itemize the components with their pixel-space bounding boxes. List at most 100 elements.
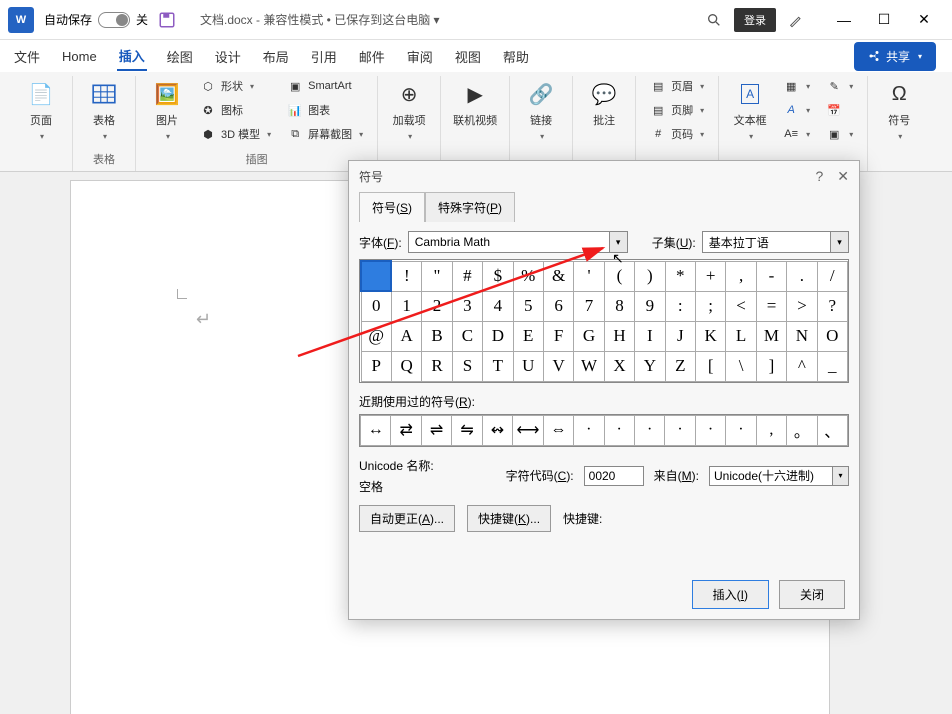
char-code-input[interactable] xyxy=(584,466,644,486)
symbol-cell[interactable]: V xyxy=(543,351,573,381)
symbol-cell[interactable]: ] xyxy=(756,351,786,381)
symbol-cell[interactable]: J xyxy=(665,321,695,351)
symbol-cell[interactable]: K xyxy=(695,321,725,351)
menu-review[interactable]: 审阅 xyxy=(405,43,435,70)
symbol-cell[interactable]: 6 xyxy=(543,291,573,321)
tab-special-chars[interactable]: 特殊字符(P) xyxy=(425,192,515,222)
symbol-cell[interactable]: ' xyxy=(574,261,604,291)
recent-symbol-cell[interactable]: · xyxy=(665,415,695,445)
ribbon-comment[interactable]: 💬批注 xyxy=(583,76,625,132)
menu-home[interactable]: Home xyxy=(60,45,99,68)
font-select[interactable]: Cambria Math ▾ xyxy=(408,231,628,253)
ribbon-dropcap[interactable]: A≡▾ xyxy=(779,124,814,144)
menu-layout[interactable]: 布局 xyxy=(261,43,291,70)
symbol-cell[interactable]: . xyxy=(787,261,817,291)
symbol-cell[interactable]: F xyxy=(543,321,573,351)
symbol-cell[interactable]: 8 xyxy=(604,291,634,321)
recent-symbol-cell[interactable]: ⇌ xyxy=(421,415,451,445)
symbol-cell[interactable]: # xyxy=(452,261,482,291)
ribbon-textbox[interactable]: A文本框▾ xyxy=(729,76,771,145)
menu-references[interactable]: 引用 xyxy=(309,43,339,70)
search-icon[interactable] xyxy=(706,12,722,28)
symbol-cell[interactable]: W xyxy=(574,351,604,381)
symbol-cell[interactable]: H xyxy=(604,321,634,351)
ribbon-shapes[interactable]: ⬡形状▾ xyxy=(196,76,258,96)
menu-design[interactable]: 设计 xyxy=(213,43,243,70)
symbol-cell[interactable]: 3 xyxy=(452,291,482,321)
insert-button[interactable]: 插入(I) xyxy=(692,580,769,609)
recent-symbol-cell[interactable]: · xyxy=(634,415,664,445)
ribbon-tables[interactable]: 表格▾ xyxy=(83,76,125,145)
symbol-cell[interactable]: \ xyxy=(726,351,756,381)
symbol-cell[interactable]: U xyxy=(513,351,543,381)
symbol-cell[interactable]: 5 xyxy=(513,291,543,321)
symbol-cell[interactable]: * xyxy=(665,261,695,291)
symbol-cell[interactable]: ; xyxy=(695,291,725,321)
recent-symbols-grid[interactable]: ↔⇄⇌⇋↭⟷⇔······,。、 xyxy=(359,414,849,447)
symbol-cell[interactable]: N xyxy=(787,321,817,351)
symbol-cell[interactable]: 2 xyxy=(422,291,452,321)
pen-sparkle-icon[interactable] xyxy=(788,12,804,28)
share-button[interactable]: 共享▾ xyxy=(854,42,936,71)
symbol-cell[interactable]: 9 xyxy=(635,291,665,321)
close-button[interactable]: 关闭 xyxy=(779,580,845,609)
ribbon-onlinevideo[interactable]: ▶联机视频 xyxy=(451,76,499,132)
symbol-cell[interactable]: 0 xyxy=(361,291,391,321)
menu-file[interactable]: 文件 xyxy=(12,43,42,70)
ribbon-date[interactable]: 📅 xyxy=(822,100,846,120)
recent-symbol-cell[interactable]: ⇋ xyxy=(452,415,482,445)
autocorrect-button[interactable]: 自动更正(A)... xyxy=(359,505,455,532)
ribbon-addins[interactable]: ⊕加载项▾ xyxy=(388,76,430,145)
symbol-cell[interactable]: P xyxy=(361,351,391,381)
symbol-cell[interactable]: = xyxy=(756,291,786,321)
symbol-cell[interactable]: % xyxy=(513,261,543,291)
menu-draw[interactable]: 绘图 xyxy=(165,43,195,70)
symbol-cell[interactable]: Y xyxy=(635,351,665,381)
recent-symbol-cell[interactable]: 。 xyxy=(787,415,817,445)
recent-symbol-cell[interactable]: ↭ xyxy=(482,415,512,445)
ribbon-chart[interactable]: 📊图表 xyxy=(283,100,334,120)
symbol-cell[interactable]: ^ xyxy=(787,351,817,381)
symbol-cell[interactable]: & xyxy=(543,261,573,291)
recent-symbol-cell[interactable]: 、 xyxy=(817,415,847,445)
ribbon-icons[interactable]: ✪图标 xyxy=(196,100,247,120)
symbol-cell[interactable]: E xyxy=(513,321,543,351)
symbol-cell[interactable]: " xyxy=(422,261,452,291)
symbol-cell[interactable]: 1 xyxy=(391,291,421,321)
symbol-cell[interactable]: > xyxy=(787,291,817,321)
recent-symbol-cell[interactable]: ⇔ xyxy=(543,415,573,445)
ribbon-smartart[interactable]: ▣SmartArt xyxy=(283,76,355,96)
login-button[interactable]: 登录 xyxy=(734,8,776,32)
symbol-cell[interactable]: [ xyxy=(695,351,725,381)
recent-symbol-cell[interactable]: · xyxy=(604,415,634,445)
symbol-cell[interactable]: R xyxy=(422,351,452,381)
menu-mailings[interactable]: 邮件 xyxy=(357,43,387,70)
document-title[interactable]: 文档.docx - 兼容性模式 • 已保存到这台电脑 ▾ xyxy=(200,11,440,28)
save-icon[interactable] xyxy=(158,11,176,29)
ribbon-links[interactable]: 🔗链接▾ xyxy=(520,76,562,145)
tab-symbols[interactable]: 符号(S) xyxy=(359,192,425,222)
recent-symbol-cell[interactable]: · xyxy=(574,415,604,445)
symbol-cell[interactable]: ! xyxy=(391,261,421,291)
symbol-cell[interactable]: + xyxy=(695,261,725,291)
symbol-cell[interactable]: Z xyxy=(665,351,695,381)
maximize-button[interactable]: ☐ xyxy=(864,5,904,35)
ribbon-wordart[interactable]: A▾ xyxy=(779,100,814,120)
close-button[interactable]: ✕ xyxy=(904,5,944,35)
ribbon-pictures[interactable]: 🖼️图片▾ xyxy=(146,76,188,145)
symbol-cell[interactable]: , xyxy=(726,261,756,291)
autosave-toggle[interactable]: 自动保存 关 xyxy=(44,11,148,28)
symbol-cell[interactable]: ) xyxy=(635,261,665,291)
recent-symbol-cell[interactable]: , xyxy=(756,415,786,445)
symbol-cell[interactable]: : xyxy=(665,291,695,321)
recent-symbol-cell[interactable]: · xyxy=(695,415,725,445)
ribbon-footer[interactable]: ▤页脚▾ xyxy=(646,100,708,120)
symbol-cell[interactable]: I xyxy=(635,321,665,351)
symbol-cell[interactable]: 7 xyxy=(574,291,604,321)
symbol-cell[interactable]: < xyxy=(726,291,756,321)
symbol-cell[interactable]: M xyxy=(756,321,786,351)
symbol-cell[interactable]: 4 xyxy=(483,291,513,321)
symbol-cell[interactable]: $ xyxy=(483,261,513,291)
symbol-cell[interactable]: D xyxy=(483,321,513,351)
symbol-cell[interactable]: C xyxy=(452,321,482,351)
